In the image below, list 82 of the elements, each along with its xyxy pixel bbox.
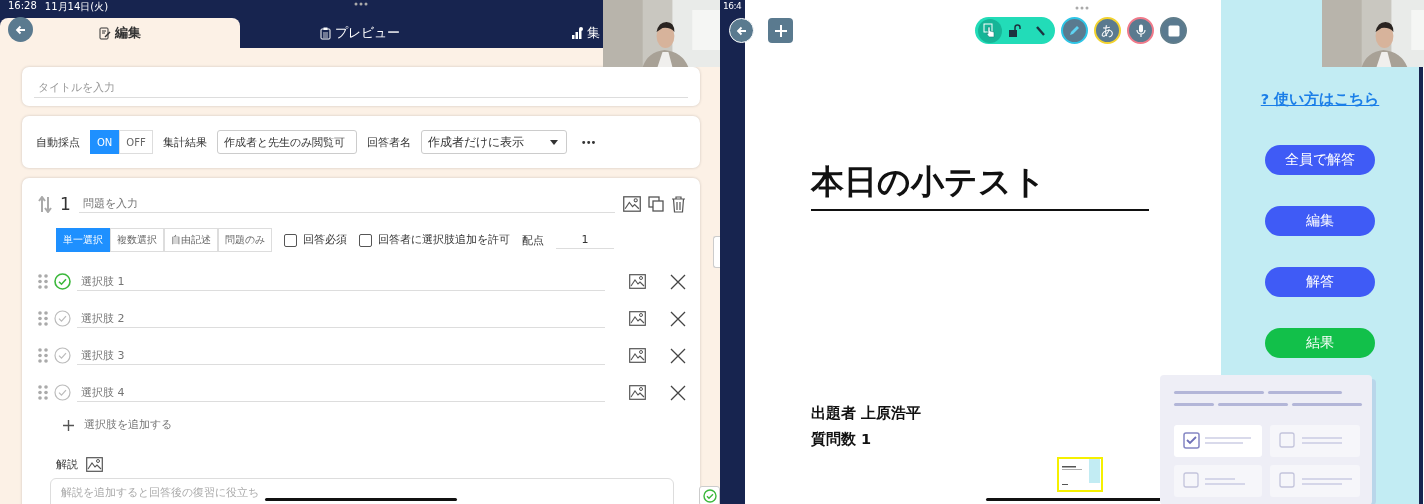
drag-handle-icon[interactable] [38,348,48,363]
action-button[interactable]: 編集 [1265,206,1375,236]
pencil-icon [1068,24,1081,37]
respondent-name-dropdown[interactable]: 作成者だけに表示 [420,130,567,154]
marker-icon [1034,24,1047,37]
clipboard-icon [320,26,331,40]
caret-icon [549,139,558,145]
hand-pointer-icon [982,23,997,38]
question-type-tab[interactable]: 自由記述 [164,228,218,252]
tool-button[interactable] [1061,17,1088,44]
notepad-icon [99,26,111,40]
results-label: 集計結果 [162,134,207,150]
tool-button[interactable] [1160,17,1187,44]
close-icon[interactable] [670,384,686,401]
toggle-option[interactable]: OFF [119,130,153,154]
slide-title: 本日の小テスト [811,160,1149,211]
tab[interactable]: 編集 [0,18,240,48]
explanation-label: 解説 [56,457,78,472]
check-circle-icon[interactable] [54,273,71,290]
check-circle-icon[interactable] [54,310,71,327]
results-dropdown[interactable]: 作成者と先生のみ閲覧可 [216,130,357,154]
toggle-option[interactable]: ON [90,130,120,154]
image-icon[interactable] [629,311,646,326]
image-icon[interactable] [629,385,646,400]
plus-icon [63,419,74,431]
back-arrow-icon [736,25,747,36]
unlocked-padlock-icon [1008,24,1022,37]
tab[interactable]: プレビュー [240,18,480,48]
checkbox[interactable]: 回答者に選択肢追加を許可 [359,233,510,247]
slide-thumbnail[interactable] [1057,457,1103,492]
image-icon[interactable] [623,196,641,212]
status-date: 11月14日(火) [44,0,109,14]
check-circle-icon[interactable] [54,384,71,401]
close-icon[interactable] [670,347,686,364]
auto-grading-label: 自動採点 [36,134,80,150]
plus-icon [774,24,787,37]
drag-handle-icon[interactable] [38,311,48,326]
choice-field[interactable]: 選択肢 1 [77,272,605,291]
choice-field[interactable]: 選択肢 2 [77,309,605,328]
more-dots-icon[interactable] [354,2,368,6]
square-icon [1167,24,1180,37]
image-icon[interactable] [629,348,646,363]
points-field[interactable]: 1 [556,231,614,249]
drag-handle-icon[interactable] [38,274,48,289]
question-type-tab[interactable]: 単一選択 [56,228,110,252]
more-button[interactable]: ••• [576,136,600,148]
choice-field[interactable]: 選択肢 4 [77,383,605,402]
image-icon[interactable] [629,274,646,289]
status-time: 16:4 [723,1,742,11]
tool-button[interactable]: あ [1094,17,1121,44]
choice-field[interactable]: 選択肢 3 [77,346,605,365]
status-time: 16:28 [8,0,37,13]
check-circle-icon[interactable] [54,347,71,364]
points-label: 配点 [522,232,544,248]
add-choice-button[interactable]: 選択肢を追加する [63,418,172,432]
check-circle-icon [702,489,717,503]
tool-button[interactable] [1127,17,1154,44]
respondent-name-label: 回答者名 [366,134,411,150]
mode-switch[interactable] [975,17,1055,44]
question-number: 1 [60,194,71,214]
more-dots-icon[interactable] [1075,6,1089,10]
microphone-icon [1135,23,1146,38]
question-field[interactable]: 問題を入力 [78,195,615,213]
trash-icon[interactable] [671,195,686,213]
add-button[interactable] [768,18,793,43]
tab[interactable]: 集 [572,18,600,48]
action-button[interactable]: 解答 [1265,267,1375,297]
question-type-tab[interactable]: 複数選択 [110,228,164,252]
close-icon[interactable] [670,273,686,290]
checkbox[interactable]: 回答必須 [284,233,347,247]
close-icon[interactable] [670,310,686,327]
bar-chart-icon [572,27,583,39]
question-type-tab[interactable]: 問題のみ [218,228,272,252]
confirm-button[interactable] [699,486,720,504]
back-arrow-icon [15,24,26,35]
copy-icon[interactable] [648,196,664,212]
author-text: 出題者 上原浩平 [811,404,922,423]
image-icon[interactable] [86,457,103,472]
split-handle[interactable] [713,236,720,268]
drag-handle-icon[interactable] [38,385,48,400]
action-button[interactable]: 全員で解答 [1265,145,1375,175]
question-count-text: 質問数 1 [811,430,873,449]
